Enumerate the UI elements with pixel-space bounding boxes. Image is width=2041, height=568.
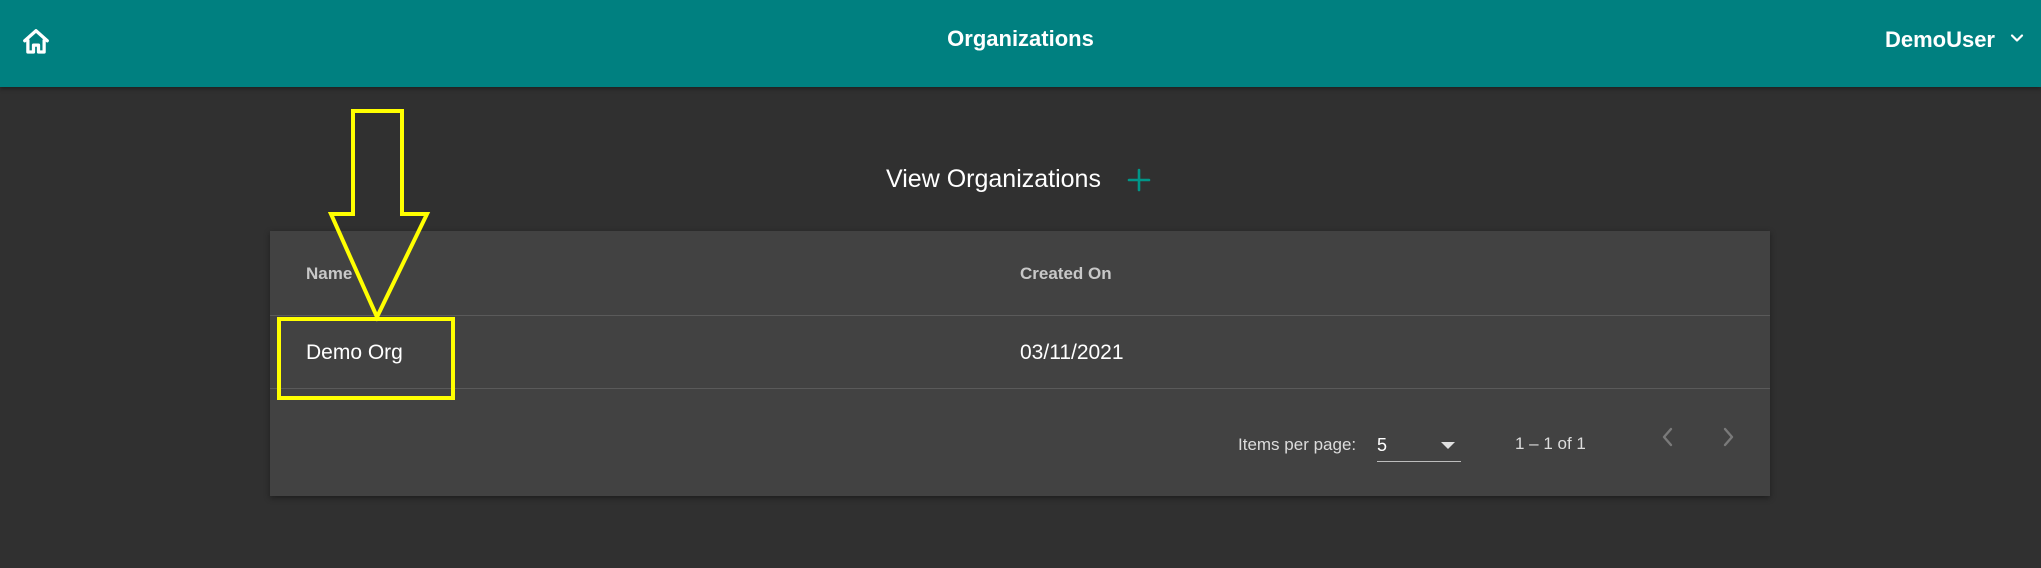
page-title: Organizations xyxy=(947,26,1094,51)
user-name: DemoUser xyxy=(1884,27,1995,52)
items-per-page-select[interactable]: 5 xyxy=(1377,427,1461,462)
items-per-page-value: 5 xyxy=(1377,435,1388,455)
table-header-row: Name Created On xyxy=(270,231,1770,316)
range-label: 1 – 1 of 1 xyxy=(1515,434,1586,453)
items-per-page-label: Items per page: xyxy=(1238,435,1357,454)
column-header-name[interactable]: Name xyxy=(306,264,352,284)
paginator: Items per page: 5 1 – 1 of 1 xyxy=(270,389,1770,496)
chevron-left-icon xyxy=(1658,425,1678,454)
view-organizations-heading: View Organizations xyxy=(886,164,1101,193)
chevron-down-icon xyxy=(2009,30,2025,51)
chevron-right-icon xyxy=(1718,425,1738,454)
dropdown-arrow-icon xyxy=(1441,442,1455,449)
user-menu-button[interactable]: DemoUser xyxy=(1885,24,2025,56)
add-organization-button[interactable] xyxy=(1123,166,1155,198)
created-on-cell: 03/11/2021 xyxy=(1020,341,1124,364)
table-row[interactable]: Demo Org 03/11/2021 xyxy=(270,316,1770,389)
next-page-button[interactable] xyxy=(1708,419,1748,459)
organization-name-cell[interactable]: Demo Org xyxy=(306,341,403,365)
previous-page-button[interactable] xyxy=(1648,419,1688,459)
top-app-bar: Organizations DemoUser xyxy=(0,0,2041,87)
organizations-table: Name Created On Demo Org 03/11/2021 Item… xyxy=(270,231,1770,496)
section-heading: View Organizations xyxy=(0,160,2041,198)
column-header-created-on[interactable]: Created On xyxy=(1020,264,1112,284)
plus-icon xyxy=(1127,168,1151,197)
